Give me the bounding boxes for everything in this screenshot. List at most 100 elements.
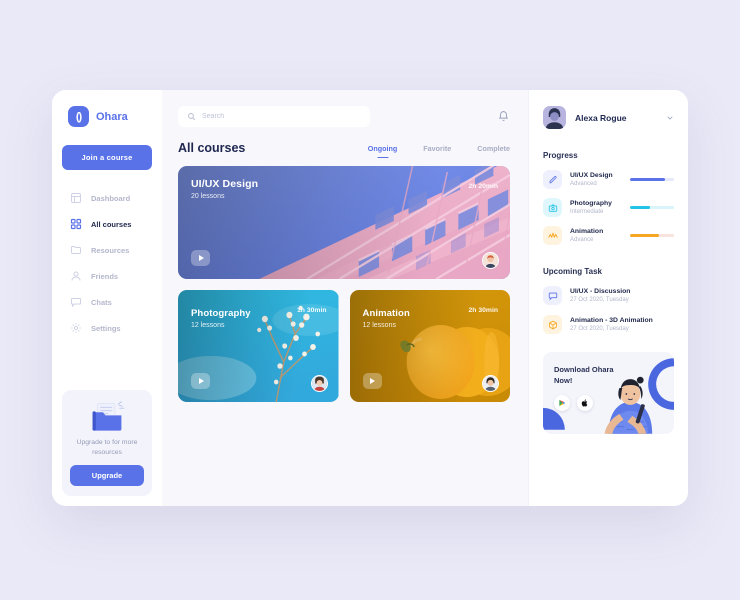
sidebar-nav: Dashboard All courses Resources Friends [62, 186, 152, 340]
sidebar-item-settings[interactable]: Settings [62, 316, 152, 340]
sidebar-item-resources[interactable]: Resources [62, 238, 152, 262]
waveform-icon [543, 226, 562, 245]
dashboard-icon [70, 192, 82, 204]
upcoming-task-heading: Upcoming Task [543, 267, 602, 276]
chat-bubble-icon [543, 286, 562, 305]
user-icon [70, 270, 82, 282]
course-lessons: 12 lessons [191, 322, 225, 329]
course-title: Photography [191, 308, 251, 319]
user-name: Alexa Rogue [575, 112, 627, 123]
course-tabs: Ongoing Favorite Complete [368, 144, 510, 155]
tab-complete[interactable]: Complete [477, 144, 510, 153]
task-item-animation-3d[interactable]: Animation - 3D Animation 27 Oct 2020, Tu… [543, 315, 674, 334]
main-content: All courses Ongoing Favorite Complete [162, 90, 528, 506]
course-duration: 2h 30min [468, 307, 498, 314]
course-title: Animation [362, 308, 410, 319]
task-meta: Animation - 3D Animation 27 Oct 2020, Tu… [570, 317, 653, 332]
progress-heading: Progress [543, 151, 578, 160]
user-profile[interactable]: Alexa Rogue [543, 106, 674, 129]
search-input[interactable] [202, 113, 361, 120]
avatar [543, 106, 566, 129]
sidebar: () Ohara Join a course Dashboard All cou… [52, 90, 162, 506]
apple-icon[interactable] [577, 395, 593, 411]
progress-name: UI/UX Design [570, 172, 613, 180]
progress-bar [630, 205, 674, 210]
progress-level: Intermediate [570, 208, 604, 215]
course-duration: 1h 30min [297, 307, 327, 314]
progress-bar [630, 177, 674, 182]
play-icon[interactable] [191, 250, 210, 266]
progress-bar [630, 233, 674, 238]
search-icon [187, 108, 196, 126]
sidebar-item-label: Resources [91, 245, 130, 255]
chat-icon [70, 296, 82, 308]
progress-name: Animation [570, 228, 604, 236]
main-toolbar [178, 106, 510, 127]
sidebar-item-label: All courses [91, 219, 132, 229]
camera-icon [543, 198, 562, 217]
progress-level: Advanced [570, 180, 597, 187]
right-panel: Alexa Rogue Progress UI/UX Design Advanc… [528, 90, 688, 506]
chevron-down-icon[interactable] [666, 109, 674, 127]
cube-icon [543, 315, 562, 334]
store-buttons [554, 395, 593, 411]
task-name: Animation - 3D Animation [570, 317, 653, 324]
progress-name: Photography [570, 200, 612, 208]
brand-name: Ohara [96, 110, 128, 123]
sidebar-item-label: Friends [91, 271, 119, 281]
brand: () Ohara [62, 106, 152, 127]
avatar [482, 375, 499, 392]
upgrade-card: Upgrade to for more resources Upgrade [62, 389, 152, 496]
grid-icon [70, 218, 82, 230]
course-card-animation[interactable]: Animation 12 lessons 2h 30min [349, 290, 510, 402]
download-promo-card[interactable]: Download Ohara Now! [543, 352, 674, 434]
upgrade-button[interactable]: Upgrade [70, 465, 144, 486]
course-card-uiux[interactable]: UI/UX Design 20 lessons 2h 20min [178, 166, 510, 279]
gear-icon [70, 322, 82, 334]
play-icon[interactable] [191, 373, 210, 389]
task-meta: UI/UX - Discussion 27 Oct 2020, Tuesday [570, 288, 630, 303]
progress-meta: Photography Intermediate [570, 200, 622, 215]
app-window: () Ohara Join a course Dashboard All cou… [52, 90, 688, 506]
join-a-course-button[interactable]: Join a course [62, 145, 152, 170]
course-card-photography[interactable]: Photography 12 lessons 1h 30min [178, 290, 339, 402]
avatar [482, 252, 499, 269]
task-date: 27 Oct 2020, Tuesday [570, 326, 629, 332]
bell-icon[interactable] [497, 110, 510, 123]
task-name: UI/UX - Discussion [570, 288, 631, 295]
pencil-icon [543, 170, 562, 189]
page-title: All courses [178, 141, 246, 155]
promo-title: Download Ohara Now! [554, 365, 614, 385]
sidebar-item-label: Chats [91, 297, 112, 307]
upgrade-description: Upgrade to for more resources [76, 438, 138, 456]
course-duration: 2h 20min [468, 183, 498, 190]
ohara-logo-icon: () [68, 106, 89, 127]
course-title: UI/UX Design [191, 178, 259, 190]
course-cards-row: Photography 12 lessons 1h 30min Animatio… [178, 290, 510, 402]
task-date: 27 Oct 2020, Tuesday [570, 297, 629, 303]
course-lessons: 12 lessons [362, 322, 396, 329]
progress-meta: Animation Advance [570, 228, 622, 243]
folder-icon [70, 244, 82, 256]
progress-item-photography[interactable]: Photography Intermediate [543, 198, 674, 217]
section-header: All courses Ongoing Favorite Complete [178, 141, 510, 155]
tab-favorite[interactable]: Favorite [423, 144, 451, 153]
avatar [310, 375, 328, 392]
sidebar-item-friends[interactable]: Friends [62, 264, 152, 288]
progress-list: UI/UX Design Advanced Photography Interm… [543, 170, 674, 245]
folder-documents-illustration [70, 400, 144, 434]
sidebar-item-chats[interactable]: Chats [62, 290, 152, 314]
sidebar-item-label: Settings [91, 323, 121, 333]
google-play-icon[interactable] [554, 395, 570, 411]
tab-ongoing[interactable]: Ongoing [368, 144, 398, 153]
sidebar-item-all-courses[interactable]: All courses [62, 212, 152, 236]
progress-meta: UI/UX Design Advanced [570, 172, 622, 187]
sidebar-item-label: Dashboard [91, 193, 131, 203]
task-item-uiux-discussion[interactable]: UI/UX - Discussion 27 Oct 2020, Tuesday [543, 286, 674, 305]
upcoming-task-list: UI/UX - Discussion 27 Oct 2020, Tuesday … [543, 286, 674, 334]
search-box[interactable] [178, 106, 370, 127]
progress-item-animation[interactable]: Animation Advance [543, 226, 674, 245]
play-icon[interactable] [362, 373, 382, 389]
progress-item-uiux[interactable]: UI/UX Design Advanced [543, 170, 674, 189]
sidebar-item-dashboard[interactable]: Dashboard [62, 186, 152, 210]
